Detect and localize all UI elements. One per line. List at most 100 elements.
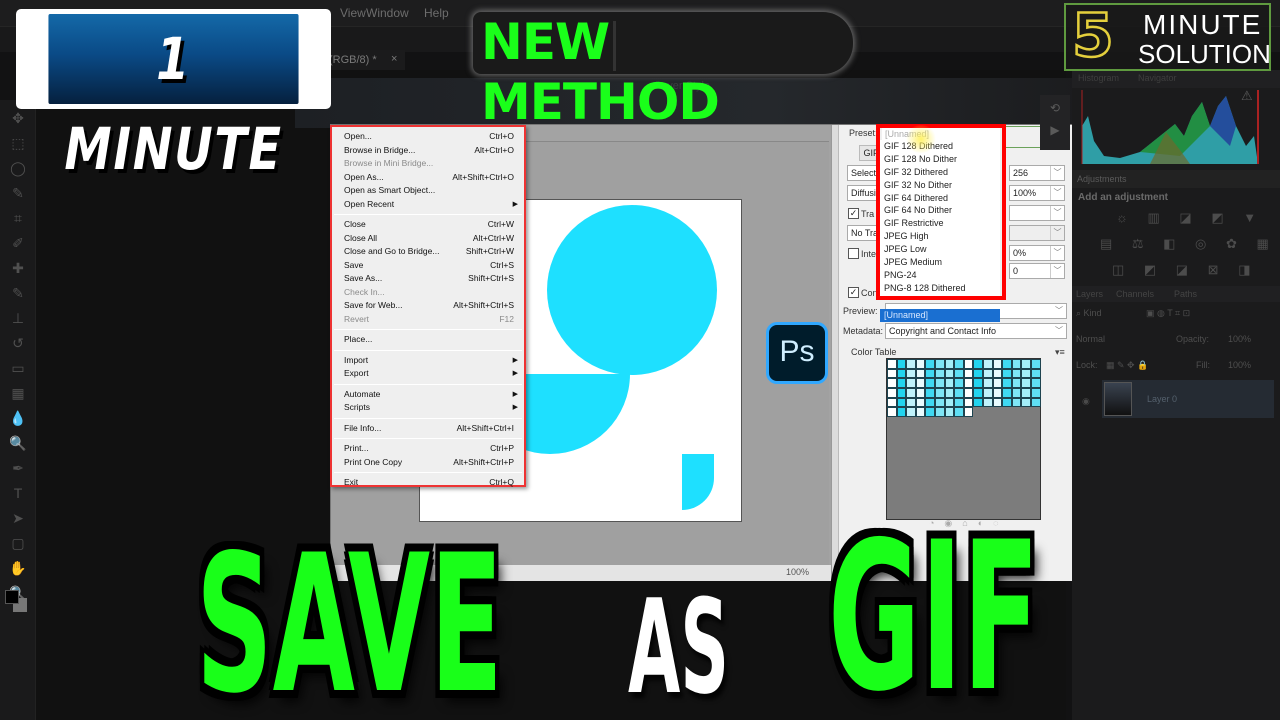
- color-swatch[interactable]: [887, 407, 897, 418]
- color-swatch[interactable]: [906, 378, 916, 389]
- matte-select[interactable]: ﹀: [1009, 205, 1065, 221]
- color-swatch[interactable]: [1002, 397, 1012, 408]
- color-swatch[interactable]: [1021, 388, 1031, 398]
- file-menu-item[interactable]: Open As... Alt+Shift+Ctrl+O: [344, 171, 514, 184]
- file-menu-item[interactable]: Print One Copy Alt+Shift+Ctrl+P: [344, 456, 514, 469]
- history-brush-icon[interactable]: ↺: [8, 333, 28, 353]
- path-select-icon[interactable]: ➤: [8, 508, 28, 528]
- color-swatch[interactable]: [1030, 378, 1041, 389]
- tab-channels[interactable]: Channels: [1116, 289, 1154, 299]
- color-swatch[interactable]: [963, 368, 974, 379]
- color-swatch[interactable]: [954, 378, 964, 389]
- color-swatch[interactable]: [1021, 359, 1031, 369]
- color-swatch[interactable]: [982, 368, 993, 379]
- color-swatch[interactable]: [896, 397, 907, 408]
- color-swatch[interactable]: [906, 359, 916, 369]
- transparency-checkbox[interactable]: ✓: [848, 208, 859, 219]
- color-swatch[interactable]: [915, 397, 926, 408]
- adjustments-tab[interactable]: Adjustments: [1072, 170, 1280, 188]
- color-swatch[interactable]: [925, 407, 935, 418]
- eyedropper-icon[interactable]: ✐: [8, 233, 28, 253]
- color-swatch[interactable]: [973, 397, 983, 408]
- color-swatch[interactable]: [934, 368, 945, 379]
- layer-row[interactable]: Layer 0: [1102, 380, 1274, 418]
- file-menu-item[interactable]: Exit Ctrl+Q: [344, 476, 514, 489]
- color-swatch[interactable]: [992, 388, 1003, 398]
- color-swatch[interactable]: [925, 368, 935, 379]
- color-swatch[interactable]: [896, 368, 907, 379]
- color-table-menu-icon[interactable]: ▾≡: [1055, 347, 1065, 358]
- color-swatch[interactable]: [1030, 359, 1041, 369]
- menu-help[interactable]: Help: [424, 6, 449, 20]
- dither-amount-select[interactable]: 100% ﹀: [1009, 185, 1065, 201]
- color-swatch[interactable]: [934, 378, 945, 389]
- color-swatch[interactable]: [934, 397, 945, 408]
- color-swatch[interactable]: [982, 388, 993, 398]
- tab-paths[interactable]: Paths: [1174, 289, 1197, 299]
- lock-icons[interactable]: ▦ ✎ ✥ 🔒: [1106, 360, 1148, 371]
- color-swatch[interactable]: [887, 378, 897, 389]
- color-swatch[interactable]: [973, 388, 983, 398]
- crop-icon[interactable]: ⌗: [8, 208, 28, 228]
- color-swatch[interactable]: [906, 397, 916, 408]
- adjustment-icons-row-2[interactable]: ▤ ⚖ ◧ ◎ ✿ ▦: [1100, 236, 1277, 252]
- file-menu-item[interactable]: Close and Go to Bridge... Shift+Ctrl+W: [344, 245, 514, 258]
- marquee-icon[interactable]: ⬚: [8, 133, 28, 153]
- color-swatch[interactable]: [1021, 378, 1031, 389]
- color-swatch[interactable]: [915, 368, 926, 379]
- blur-icon[interactable]: 💧: [8, 408, 28, 428]
- file-menu-item[interactable]: Import ▶: [344, 354, 518, 367]
- color-swatch[interactable]: [954, 368, 964, 379]
- lasso-icon[interactable]: ◯: [8, 158, 28, 178]
- color-swatch[interactable]: [896, 359, 907, 369]
- transparency-amount-select[interactable]: ﹀: [1009, 225, 1065, 241]
- kind-filter[interactable]: Kind: [1084, 308, 1102, 318]
- color-swatch[interactable]: [992, 378, 1003, 389]
- color-swatch[interactable]: [1030, 368, 1041, 379]
- file-menu-item[interactable]: Open Recent ▶: [344, 198, 518, 211]
- color-swatch[interactable]: [954, 388, 964, 398]
- file-menu-item[interactable]: Close All Alt+Ctrl+W: [344, 232, 514, 245]
- color-swatch[interactable]: [982, 397, 993, 408]
- color-swatch[interactable]: [973, 378, 983, 389]
- color-swatch[interactable]: [1011, 397, 1022, 408]
- color-swatch[interactable]: [934, 407, 945, 418]
- document-tab[interactable]: (RGB/8) * ×: [325, 50, 405, 70]
- filter-icons[interactable]: ▣ ◍ T ⌗ ⊡: [1146, 308, 1190, 319]
- metadata-select[interactable]: Copyright and Contact Info ﹀: [885, 323, 1067, 339]
- preset-option-unnamed[interactable]: [Unnamed]: [880, 309, 1000, 322]
- color-swatch[interactable]: [925, 388, 935, 398]
- color-swatch[interactable]: [925, 397, 935, 408]
- color-swatch[interactable]: [944, 378, 955, 389]
- color-swatch[interactable]: [944, 407, 955, 418]
- color-swatch[interactable]: [982, 378, 993, 389]
- tab-layers[interactable]: Layers: [1076, 289, 1103, 299]
- healing-icon[interactable]: ✚: [8, 258, 28, 278]
- tab-navigator[interactable]: Navigator: [1138, 73, 1177, 83]
- color-swatch[interactable]: [992, 368, 1003, 379]
- tab-histogram[interactable]: Histogram: [1078, 73, 1119, 83]
- color-swatch[interactable]: [915, 359, 926, 369]
- file-menu-item[interactable]: Close Ctrl+W: [344, 218, 514, 231]
- opacity-value[interactable]: 100%: [1228, 334, 1251, 344]
- convert-srgb-checkbox[interactable]: ✓: [848, 287, 859, 298]
- adjustment-icons-row-1[interactable]: ☼ ▥ ◪ ◩ ▼: [1116, 210, 1264, 226]
- move-icon[interactable]: ✥: [8, 108, 28, 128]
- color-swatch[interactable]: [906, 388, 916, 398]
- color-swatch[interactable]: [915, 388, 926, 398]
- color-swatch[interactable]: [934, 359, 945, 369]
- color-swatch[interactable]: [954, 397, 964, 408]
- blend-mode-select[interactable]: Normal: [1076, 334, 1105, 344]
- fill-value[interactable]: 100%: [1228, 360, 1251, 370]
- gradient-icon[interactable]: ▦: [8, 383, 28, 403]
- color-swatch[interactable]: [963, 397, 974, 408]
- color-swatch[interactable]: [1011, 378, 1022, 389]
- color-swatch[interactable]: [1011, 368, 1022, 379]
- color-swatch[interactable]: [1021, 397, 1031, 408]
- color-swatch[interactable]: [954, 407, 964, 418]
- file-menu-item[interactable]: Export ▶: [344, 367, 518, 380]
- color-swatch[interactable]: [1002, 388, 1012, 398]
- color-swatch[interactable]: [925, 359, 935, 369]
- quick-select-icon[interactable]: ✎: [8, 183, 28, 203]
- file-menu-item[interactable]: Browse in Bridge... Alt+Ctrl+O: [344, 144, 514, 157]
